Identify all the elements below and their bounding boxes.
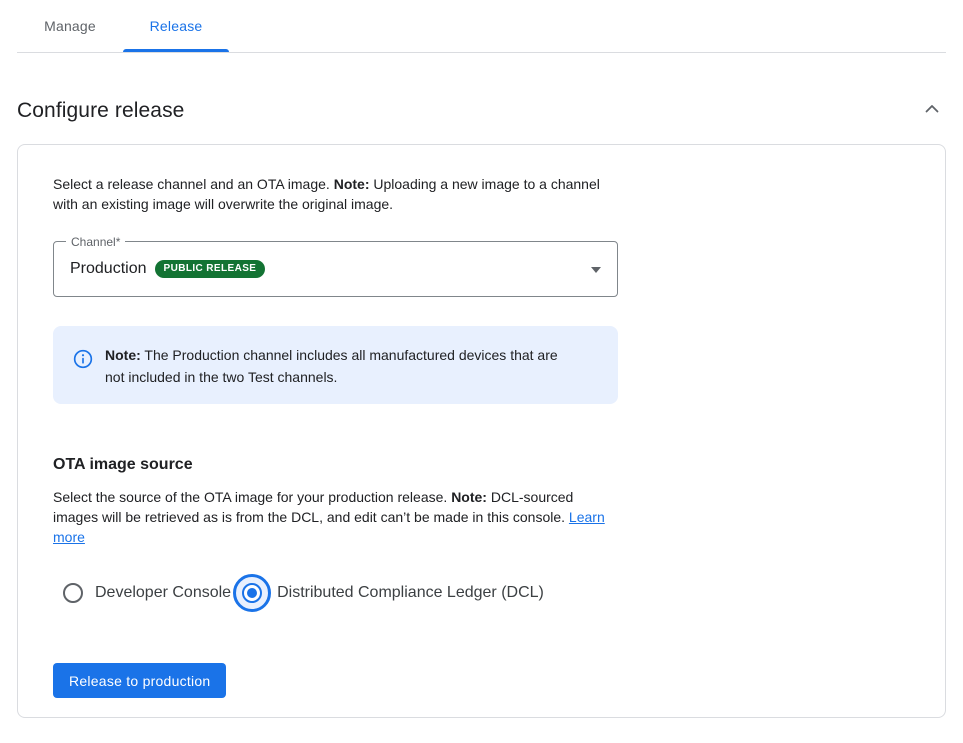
info-note-body: The Production channel includes all manu… [105, 347, 558, 385]
radio-selected-icon[interactable] [242, 583, 262, 603]
radio-unselected-icon[interactable] [63, 583, 83, 603]
dropdown-caret-icon [591, 267, 601, 273]
info-note: Note: The Production channel includes al… [53, 326, 618, 404]
tab-release[interactable]: Release [123, 0, 229, 52]
info-note-bold: Note: [105, 347, 141, 363]
info-note-text: Note: The Production channel includes al… [105, 342, 575, 388]
channel-select-label: Channel* [66, 235, 125, 249]
release-to-production-button[interactable]: Release to production [53, 663, 226, 698]
radio-dcl[interactable]: Distributed Compliance Ledger (DCL) [231, 574, 544, 612]
radio-dot [247, 588, 257, 598]
channel-value-text: Production [70, 260, 147, 278]
section-header: Configure release [17, 53, 946, 144]
intro-text-pre: Select a release channel and an OTA imag… [53, 176, 334, 192]
radio-dcl-label: Distributed Compliance Ledger (DCL) [277, 584, 544, 602]
channel-select[interactable]: Channel* Production PUBLIC RELEASE [53, 241, 618, 297]
tab-manage[interactable]: Manage [17, 0, 123, 52]
ota-source-radio-group: Developer Console Distributed Compliance… [53, 573, 910, 613]
collapse-section-button[interactable] [918, 95, 946, 126]
configure-release-card: Select a release channel and an OTA imag… [17, 144, 946, 718]
intro-text-bold: Note: [334, 176, 370, 192]
radio-developer-console-label: Developer Console [95, 584, 231, 602]
public-release-badge: PUBLIC RELEASE [155, 260, 266, 278]
intro-text: Select a release channel and an OTA imag… [53, 174, 609, 214]
chevron-up-icon [920, 97, 944, 124]
ota-image-source-heading: OTA image source [53, 456, 910, 474]
ota-desc-bold: Note: [451, 489, 487, 505]
radio-focus-ring[interactable] [233, 574, 271, 612]
ota-description: Select the source of the OTA image for y… [53, 487, 619, 547]
channel-select-value: Production PUBLIC RELEASE [70, 260, 265, 278]
radio-developer-console[interactable]: Developer Console [53, 583, 231, 603]
info-icon [73, 349, 93, 374]
tab-bar: Manage Release [17, 0, 946, 53]
ota-desc-pre: Select the source of the OTA image for y… [53, 489, 451, 505]
page-title: Configure release [17, 99, 184, 123]
